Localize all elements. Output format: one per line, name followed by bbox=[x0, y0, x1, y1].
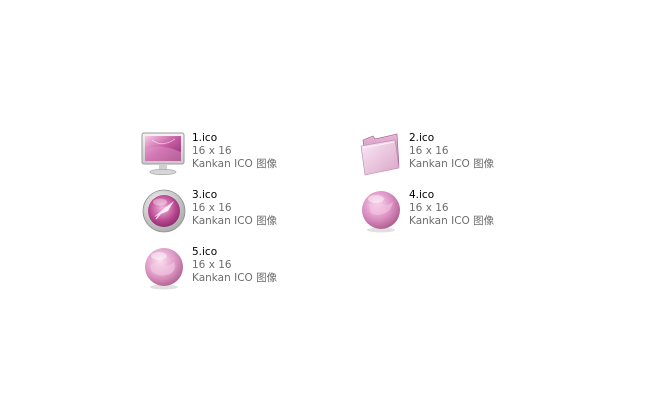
file-dimensions: 16 x 16 bbox=[409, 145, 449, 157]
file-dimensions: 16 x 16 bbox=[409, 202, 449, 214]
file-item-2[interactable]: 2.ico 16 x 16 Kankan ICO 图像 bbox=[357, 130, 557, 178]
file-item-1[interactable]: 1.ico 16 x 16 Kankan ICO 图像 bbox=[140, 130, 340, 178]
globe-icon bbox=[140, 244, 188, 292]
folder-icon bbox=[357, 130, 405, 178]
file-type: Kankan ICO 图像 bbox=[192, 215, 278, 227]
file-dimensions: 16 x 16 bbox=[192, 202, 232, 214]
file-item-5[interactable]: 5.ico 16 x 16 Kankan ICO 图像 bbox=[140, 244, 340, 292]
file-type: Kankan ICO 图像 bbox=[409, 215, 495, 227]
file-type: Kankan ICO 图像 bbox=[192, 272, 278, 284]
file-name: 3.ico bbox=[192, 189, 218, 201]
file-name: 2.ico bbox=[409, 132, 435, 144]
file-type: Kankan ICO 图像 bbox=[192, 158, 278, 170]
compass-icon bbox=[140, 187, 188, 235]
file-name: 1.ico bbox=[192, 132, 218, 144]
file-item-4[interactable]: 4.ico 16 x 16 Kankan ICO 图像 bbox=[357, 187, 557, 235]
monitor-icon bbox=[140, 130, 188, 178]
globe-icon bbox=[357, 187, 405, 235]
file-dimensions: 16 x 16 bbox=[192, 145, 232, 157]
file-item-3[interactable]: 3.ico 16 x 16 Kankan ICO 图像 bbox=[140, 187, 340, 235]
file-name: 4.ico bbox=[409, 189, 435, 201]
file-name: 5.ico bbox=[192, 246, 218, 258]
file-dimensions: 16 x 16 bbox=[192, 259, 232, 271]
file-type: Kankan ICO 图像 bbox=[409, 158, 495, 170]
